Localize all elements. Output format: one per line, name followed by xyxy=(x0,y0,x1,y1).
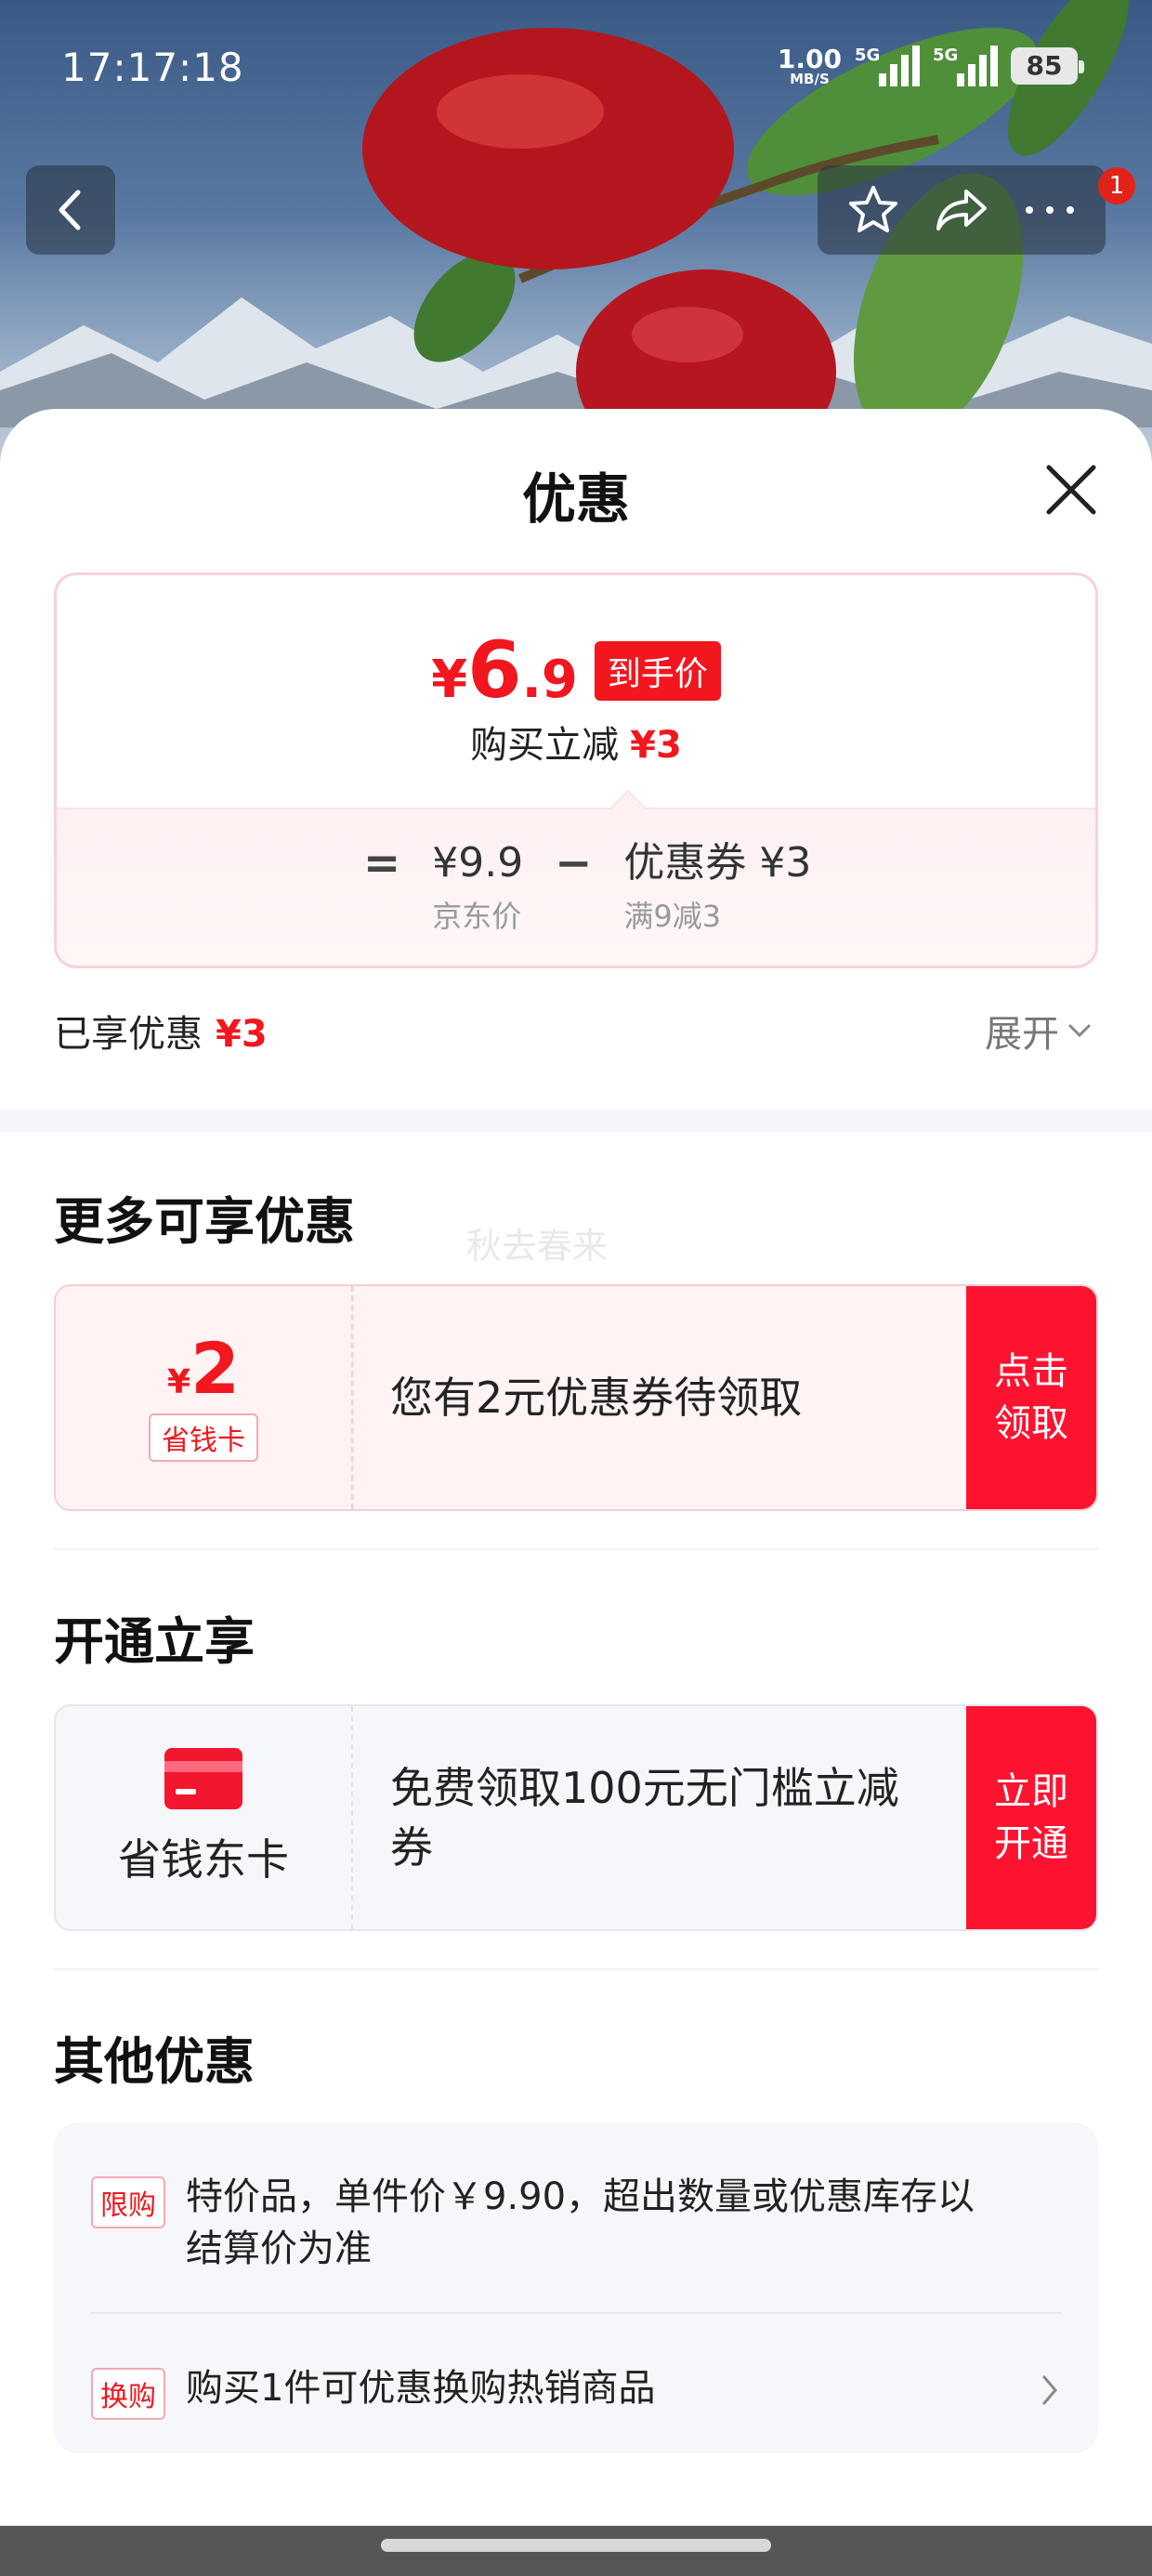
chevron-right-icon xyxy=(1042,2375,1057,2405)
watermark-text: 秋去春来 xyxy=(466,1226,609,1267)
coupon-amount-value: 2 xyxy=(190,1327,240,1410)
sim2-label: 5G xyxy=(933,46,959,65)
membership-card-area: 省钱东卡 xyxy=(56,1706,353,1929)
section-divider xyxy=(0,1110,1152,1132)
status-bar: 17:17:18 1.00 MB/S 5G 5G 85 xyxy=(0,0,1152,130)
final-price-decimal: .9 xyxy=(521,650,578,710)
expand-button[interactable]: 展开 xyxy=(985,1004,1093,1058)
status-icons: 1.00 MB/S 5G 5G 85 xyxy=(778,43,1084,89)
trade-in-text: 购买1件可优惠换购热销商品 xyxy=(186,2367,656,2410)
claim-coupon-button[interactable]: 点击领取 xyxy=(966,1286,1096,1509)
signal-icon: 5G xyxy=(855,46,920,86)
coupon-currency: ¥ xyxy=(167,1363,191,1401)
trade-in-item[interactable]: 换购 购买1件可优惠换购热销商品 xyxy=(91,2362,1076,2420)
instant-discount-value: ¥3 xyxy=(630,724,682,767)
back-button[interactable] xyxy=(26,165,115,255)
minus-sign: − xyxy=(555,837,593,889)
enjoyed-discount-label: 已享优惠 xyxy=(54,1013,203,1056)
sheet-title: 优惠 xyxy=(521,467,630,531)
home-indicator[interactable] xyxy=(381,2539,771,2552)
battery-icon: 85 xyxy=(1011,47,1084,85)
final-price-currency: ¥ xyxy=(431,650,468,710)
signal-icon: 5G xyxy=(933,46,998,86)
more-discounts-title: 更多可享优惠 xyxy=(54,1192,355,1251)
membership-card-name: 省钱东卡 xyxy=(118,1834,289,1885)
final-price-area: ¥ 6 .9 到手价 购买立减 ¥3 xyxy=(57,575,1095,808)
final-price-integer: 6 xyxy=(467,624,522,716)
jd-price-label: 京东价 xyxy=(432,899,522,934)
jd-price-item: ¥9.9 京东价 xyxy=(432,837,523,936)
network-speed-unit: MB/S xyxy=(790,70,830,87)
network-speed-value: 1.00 xyxy=(777,43,842,74)
divider xyxy=(54,1548,1098,1550)
jd-price-value: ¥9.9 xyxy=(432,839,524,887)
activate-button[interactable]: 立即开通 xyxy=(966,1706,1096,1929)
coupon-item: 优惠券 ¥3 满9减3 xyxy=(623,837,811,936)
more-button[interactable] xyxy=(1013,173,1087,247)
network-speed: 1.00 MB/S xyxy=(778,46,842,86)
share-button[interactable] xyxy=(924,173,999,247)
price-breakdown-card: ¥ 6 .9 到手价 购买立减 ¥3 = ¥9.9 京东价 − 优惠券 ¥3 满9… xyxy=(54,572,1098,968)
coupon-amount: ¥ 2 xyxy=(167,1334,240,1404)
trade-in-tag: 换购 xyxy=(91,2368,165,2420)
header-actions xyxy=(818,165,1106,255)
coupon-description: 您有2元优惠券待领取 xyxy=(390,1373,803,1423)
chevron-down-icon xyxy=(1068,1024,1091,1038)
card-icon xyxy=(164,1748,242,1809)
final-price: ¥ 6 .9 xyxy=(431,631,578,710)
share-icon xyxy=(936,190,987,230)
membership-description: 免费领取100元无门槛立减券 xyxy=(390,1763,899,1873)
close-button[interactable] xyxy=(1039,457,1104,522)
star-icon xyxy=(848,186,897,232)
final-price-tag: 到手价 xyxy=(594,641,721,701)
other-discounts-box: 限购 特价品，单件价￥9.90，超出数量或优惠库存以结算价为准 换购 购买1件可… xyxy=(54,2123,1098,2453)
divider xyxy=(54,1968,1098,1970)
purchase-limit-text: 特价品，单件价￥9.90，超出数量或优惠库存以结算价为准 xyxy=(186,2175,975,2270)
equals-sign: = xyxy=(363,837,401,889)
expand-label: 展开 xyxy=(985,1013,1059,1056)
other-discounts-title: 其他优惠 xyxy=(54,2032,255,2091)
final-price-line: ¥ 6 .9 到手价 xyxy=(57,631,1095,710)
membership-offer: 省钱东卡 免费领取100元无门槛立减券 立即开通 xyxy=(54,1704,1098,1931)
enjoyed-discount-value: ¥3 xyxy=(216,1013,268,1056)
coupon-rule: 满9减3 xyxy=(623,899,722,934)
coupon-amount-area: ¥ 2 省钱卡 xyxy=(56,1286,353,1509)
status-time: 17:17:18 xyxy=(61,45,244,90)
sim1-label: 5G xyxy=(855,46,881,65)
notification-badge: 1 xyxy=(1098,167,1135,204)
close-icon xyxy=(1046,465,1096,515)
savings-card-coupon: ¥ 2 省钱卡 您有2元优惠券待领取 点击领取 xyxy=(54,1284,1098,1511)
enjoyed-discount: 已享优惠 ¥3 xyxy=(54,1004,268,1058)
savings-card-tag: 省钱卡 xyxy=(149,1413,258,1462)
favorite-button[interactable] xyxy=(836,173,910,247)
coupon-value: 优惠券 ¥3 xyxy=(623,839,812,887)
more-dots-icon xyxy=(1026,206,1075,214)
list-item: 限购 特价品，单件价￥9.90，超出数量或优惠库存以结算价为准 xyxy=(91,2171,1003,2275)
chevron-left-icon xyxy=(59,190,81,230)
divider xyxy=(91,2312,1061,2314)
instant-discount-label: 购买立减 xyxy=(470,724,620,767)
price-formula: = ¥9.9 京东价 − 优惠券 ¥3 满9减3 xyxy=(363,837,811,936)
price-formula-area: = ¥9.9 京东价 − 优惠券 ¥3 满9减3 xyxy=(57,808,1095,966)
purchase-limit-tag: 限购 xyxy=(91,2176,165,2228)
instant-discount: 购买立减 ¥3 xyxy=(57,715,1095,769)
open-section-title: 开通立享 xyxy=(54,1612,255,1671)
